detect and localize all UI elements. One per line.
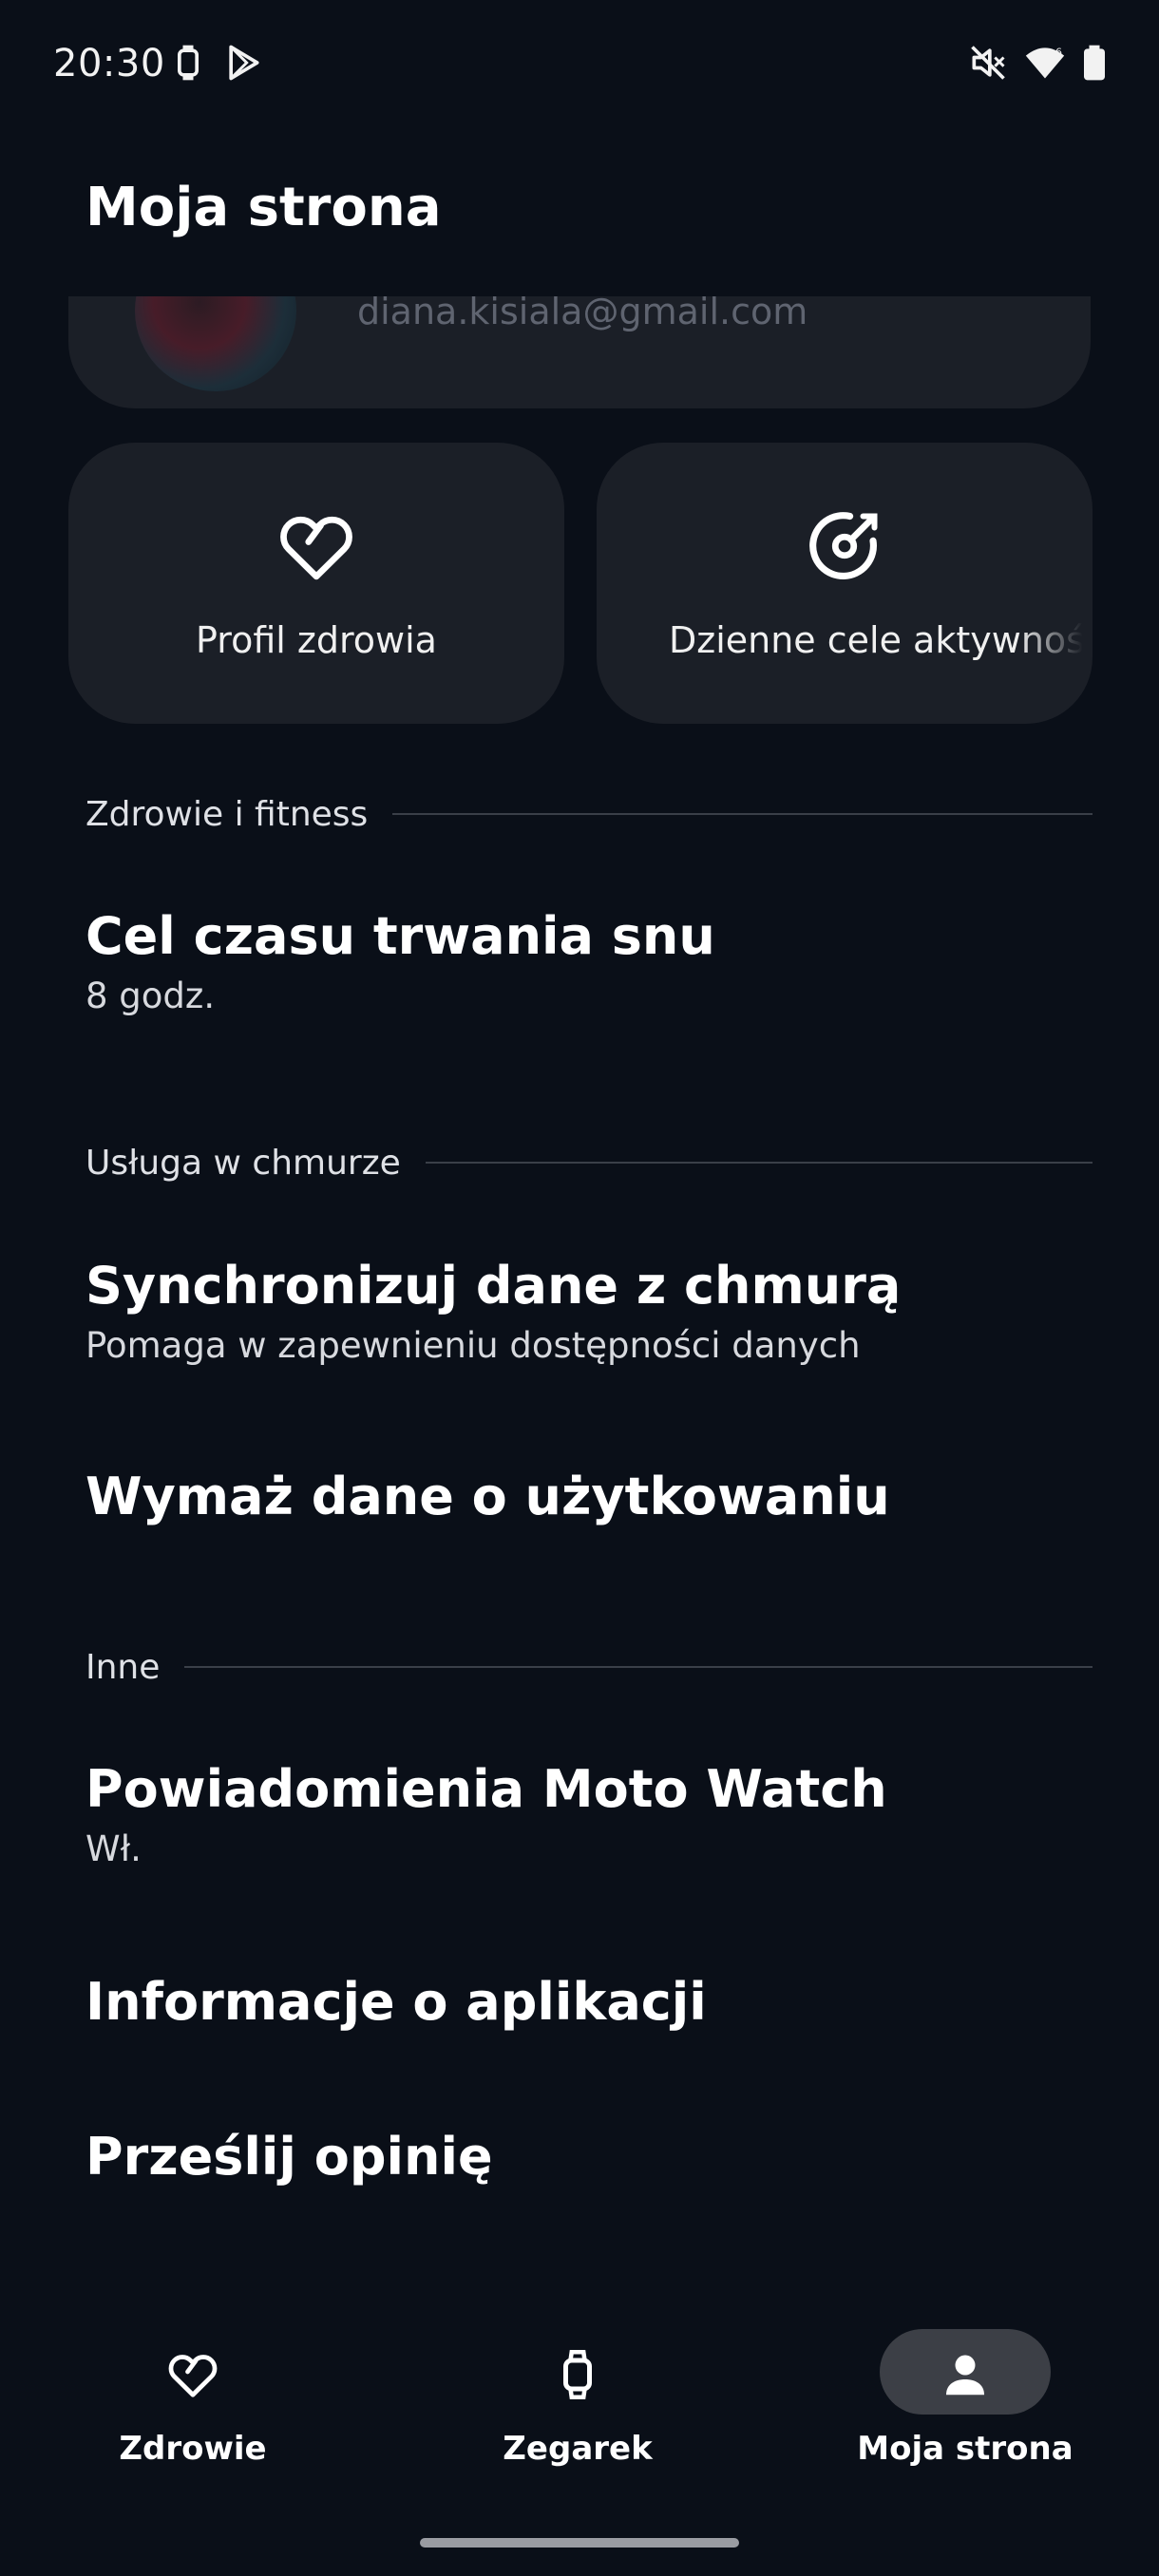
- nav-label: Zegarek: [503, 2430, 653, 2468]
- home-indicator[interactable]: [420, 2538, 739, 2548]
- heart-icon: [164, 2346, 221, 2403]
- divider: [425, 1162, 1092, 1164]
- battery-icon: [1074, 42, 1115, 84]
- svg-text:6: 6: [1055, 47, 1062, 59]
- nav-label: Zdrowie: [119, 2430, 267, 2468]
- list-item-subtitle: 8 godz.: [86, 975, 216, 1016]
- health-profile-tile[interactable]: Profil zdrowia: [68, 443, 564, 724]
- daily-goals-tile[interactable]: Dzienne cele aktywności: [597, 443, 1092, 724]
- divider: [392, 813, 1092, 815]
- erase-usage-data-item[interactable]: Wymaż dane o użytkowaniu: [86, 1467, 1092, 1526]
- watch-icon: [167, 42, 209, 84]
- section-header-label: Usługa w chmurze: [86, 1143, 401, 1183]
- list-item-subtitle: Pomaga w zapewnieniu dostępności danych: [86, 1325, 861, 1366]
- nav-label: Moja strona: [857, 2430, 1074, 2468]
- list-item-subtitle: Wł.: [86, 1828, 142, 1869]
- profile-card[interactable]: diana.kisiala@gmail.com: [68, 296, 1091, 408]
- person-icon: [937, 2346, 994, 2403]
- sleep-goal-item[interactable]: Cel czasu trwania snu 8 godz.: [86, 906, 1092, 1016]
- nav-item-health[interactable]: Zdrowie: [50, 2299, 335, 2489]
- target-icon: [802, 503, 887, 589]
- list-item-title: Powiadomienia Moto Watch: [86, 1759, 887, 1819]
- watch-icon: [549, 2346, 606, 2403]
- divider: [184, 1666, 1092, 1668]
- list-item-title: Informacje o aplikacji: [86, 1972, 707, 2032]
- screen: 20:30 6 Moja strona diana.kisiala@gmail.…: [0, 0, 1159, 2576]
- section-header-cloud: Usługa w chmurze: [86, 1139, 1092, 1186]
- play-store-icon: [222, 42, 264, 84]
- list-item-title: Synchronizuj dane z chmurą: [86, 1256, 902, 1316]
- list-item-title: Prześlij opinię: [86, 2127, 493, 2187]
- status-bar: 20:30 6: [0, 0, 1159, 133]
- moto-watch-notifications-item[interactable]: Powiadomienia Moto Watch Wł.: [86, 1759, 1092, 1869]
- nav-item-my-page[interactable]: Moja strona: [823, 2299, 1108, 2489]
- cloud-sync-item[interactable]: Synchronizuj dane z chmurą Pomaga w zape…: [86, 1256, 1092, 1366]
- tile-label: Dzienne cele aktywności: [669, 619, 1092, 661]
- section-header-label: Zdrowie i fitness: [86, 794, 369, 834]
- section-header-health: Zdrowie i fitness: [86, 790, 1092, 838]
- list-item-title: Wymaż dane o użytkowaniu: [86, 1467, 890, 1526]
- profile-card-viewport: diana.kisiala@gmail.com: [0, 296, 1159, 410]
- section-header-other: Inne: [86, 1643, 1092, 1691]
- tile-label: Profil zdrowia: [196, 619, 437, 661]
- bottom-navigation: Zdrowie Zegarek Moja strona: [0, 2299, 1159, 2489]
- page-title: Moja strona: [86, 177, 442, 238]
- status-time: 20:30: [53, 42, 165, 85]
- nav-item-watch[interactable]: Zegarek: [435, 2299, 720, 2489]
- list-item-title: Cel czasu trwania snu: [86, 906, 715, 966]
- mute-icon: [967, 42, 1009, 84]
- app-info-item[interactable]: Informacje o aplikacji: [86, 1972, 1092, 2032]
- heart-icon: [274, 503, 359, 589]
- wifi-icon: 6: [1024, 42, 1066, 84]
- avatar: [135, 296, 296, 391]
- send-feedback-item[interactable]: Prześlij opinię: [86, 2127, 1092, 2187]
- section-header-label: Inne: [86, 1647, 161, 1687]
- profile-email: diana.kisiala@gmail.com: [357, 296, 808, 332]
